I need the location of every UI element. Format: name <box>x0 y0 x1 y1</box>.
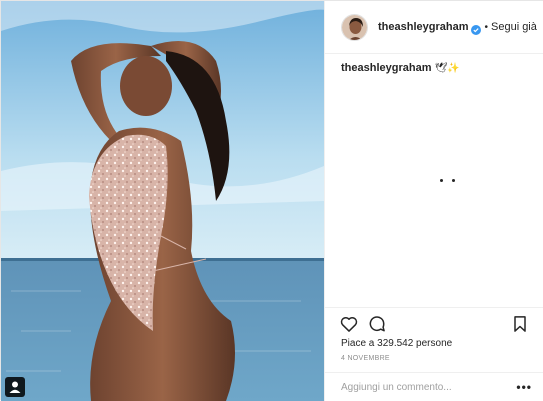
comment-input[interactable] <box>341 381 517 393</box>
caption-username[interactable]: theashleygraham <box>341 62 431 74</box>
post-image <box>1 1 324 401</box>
follow-button[interactable]: Segui già <box>491 21 537 33</box>
comment-icon[interactable] <box>367 314 387 334</box>
likes-count[interactable]: Piace a 329.542 persone <box>341 338 452 349</box>
avatar[interactable] <box>341 13 368 41</box>
caption: theashleygraham 🕊✨ <box>325 54 543 304</box>
more-options-button[interactable]: ••• <box>516 380 532 394</box>
user-tag-icon[interactable] <box>5 377 25 397</box>
loading-indicator <box>440 179 455 182</box>
loading-dot <box>440 179 443 182</box>
loading-dot <box>452 179 455 182</box>
post-sidebar: theashleygraham • Segui già theashleygra… <box>324 1 543 401</box>
action-bar <box>325 307 543 339</box>
instagram-post: theashleygraham • Segui già theashleygra… <box>0 0 543 401</box>
bookmark-icon[interactable] <box>510 314 530 334</box>
heart-icon[interactable] <box>339 314 359 334</box>
post-header: theashleygraham • Segui già <box>325 1 543 54</box>
header-separator: • <box>484 21 488 33</box>
comment-bar: ••• <box>325 372 543 401</box>
header-username[interactable]: theashleygraham <box>378 21 468 33</box>
post-photo[interactable] <box>1 1 324 401</box>
caption-text: 🕊✨ <box>434 63 460 74</box>
post-date: 4 NOVEMBRE <box>341 355 390 362</box>
verified-badge-icon <box>471 22 482 35</box>
